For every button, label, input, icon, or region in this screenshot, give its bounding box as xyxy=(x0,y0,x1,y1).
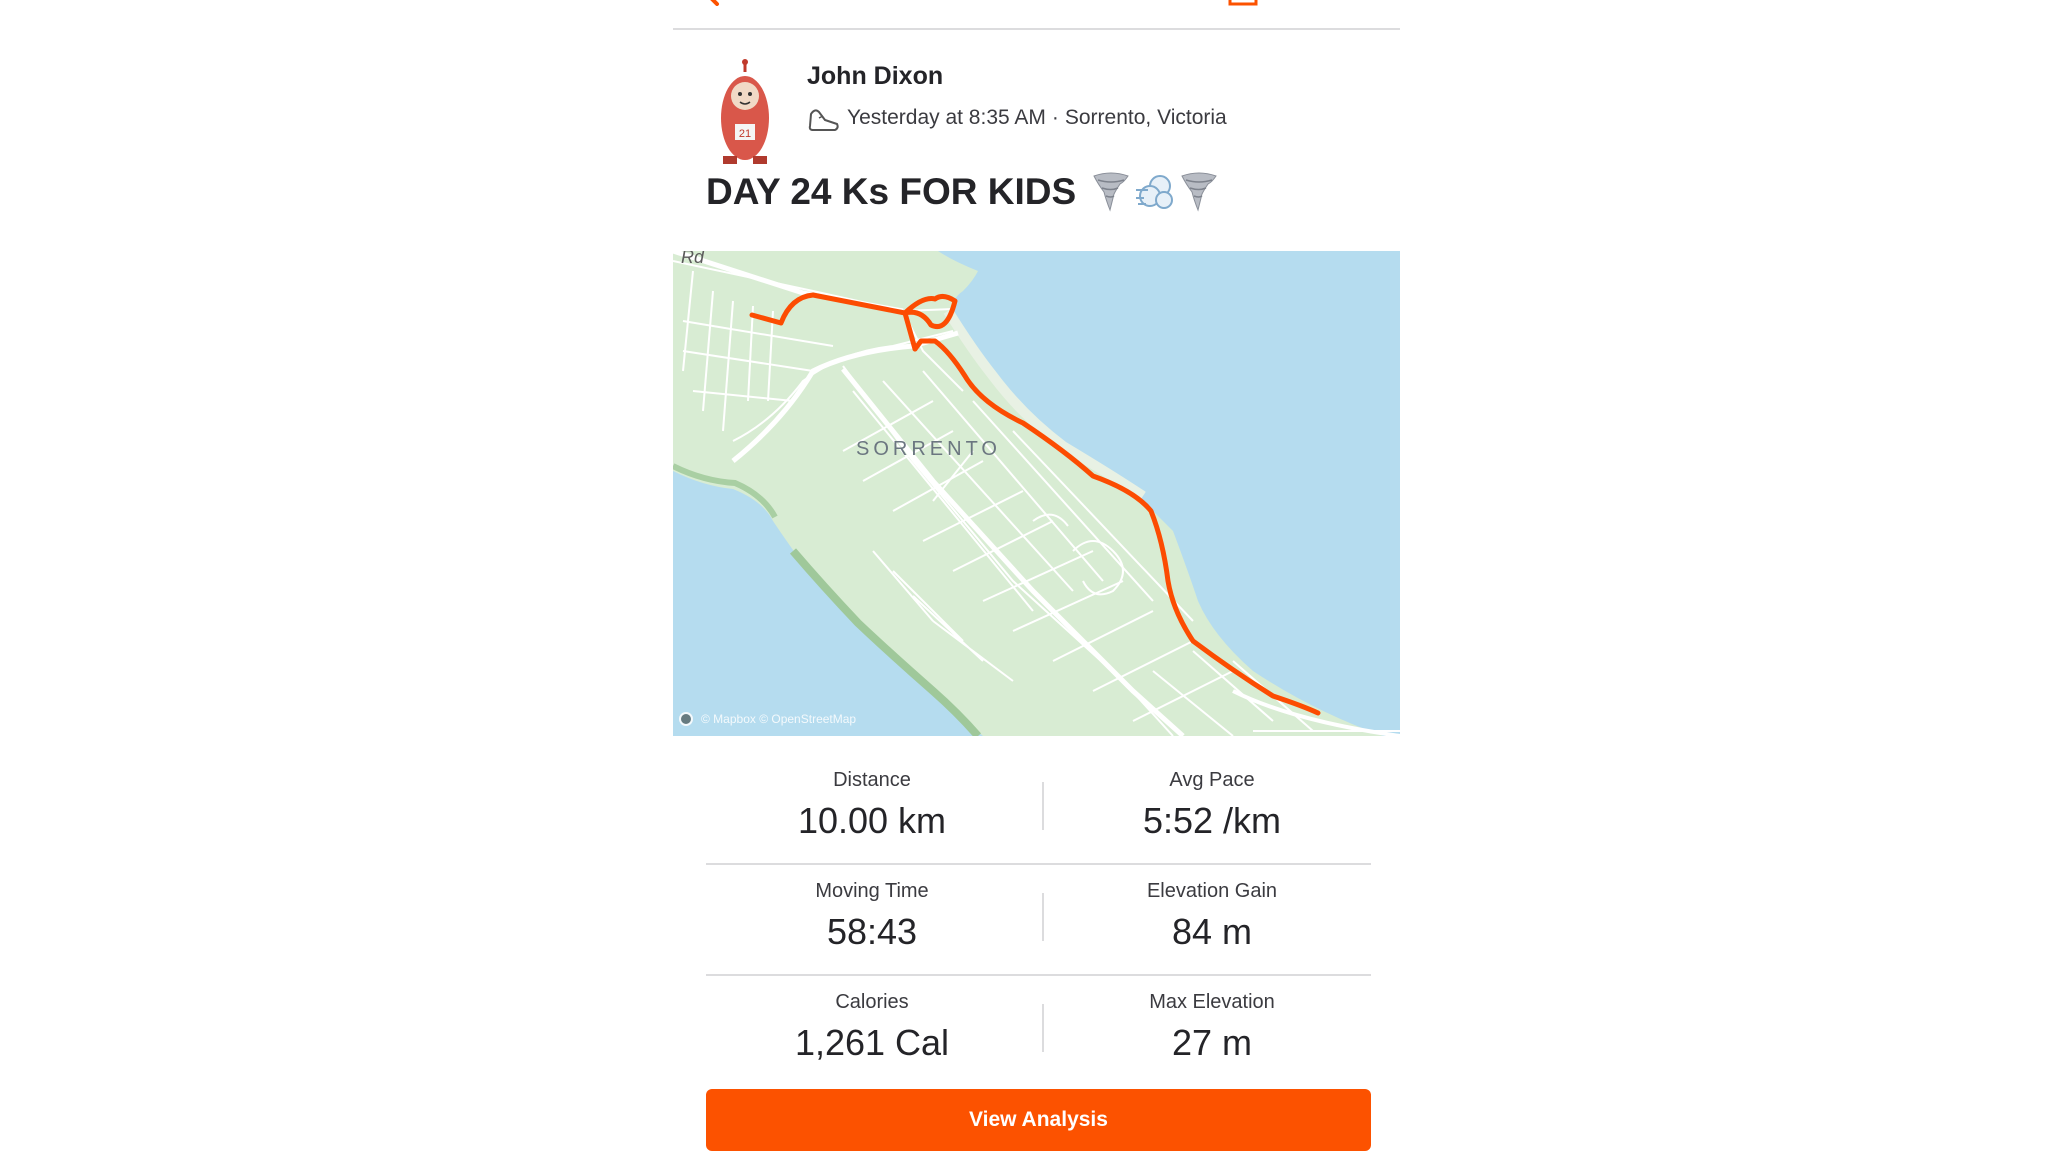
activity-card: 21 John Dixon Yesterday at 8:35 AM · Sor… xyxy=(673,0,1400,1155)
stat-row: Moving Time 58:43 Elevation Gain 84 m xyxy=(706,865,1371,976)
stat-row: Distance 10.00 km Avg Pace 5:52 /km xyxy=(706,754,1371,865)
stat-value: 27 m xyxy=(1171,1022,1253,1063)
stat-distance: Distance 10.00 km xyxy=(706,754,1038,842)
wind-emoji-icon xyxy=(1136,175,1174,209)
stat-max-elevation: Max Elevation 27 m xyxy=(1046,976,1378,1064)
road-label: Rd xyxy=(681,251,705,267)
route-map[interactable]: Rd SORRENTO © Mapbox © OpenStreetMap xyxy=(673,251,1400,736)
stat-label: Elevation Gain xyxy=(1146,880,1278,902)
shoe-icon xyxy=(808,109,839,131)
attribution-text: © Mapbox © OpenStreetMap xyxy=(701,712,857,726)
map-graphic xyxy=(673,251,1400,736)
stat-label: Moving Time xyxy=(815,880,929,902)
stat-value: 10.00 km xyxy=(797,800,947,841)
stat-avg-pace: Avg Pace 5:52 /km xyxy=(1046,754,1378,842)
stat-label: Max Elevation xyxy=(1149,991,1275,1013)
stats-grid: Distance 10.00 km Avg Pace 5:52 /km Movi… xyxy=(706,754,1371,1085)
stat-value: 58:43 xyxy=(826,911,918,952)
stat-row: Calories 1,261 Cal Max Elevation 27 m xyxy=(706,976,1371,1085)
stat-value: 1,261 Cal xyxy=(794,1022,950,1063)
tornado-emoji-icon xyxy=(1093,172,1129,212)
chevron-left-icon[interactable] xyxy=(703,0,723,6)
activity-location: Sorrento, Victoria xyxy=(1064,106,1227,129)
stat-label: Distance xyxy=(833,769,911,791)
stat-value: 5:52 /km xyxy=(1142,800,1282,841)
activity-time: Yesterday at 8:35 AM xyxy=(847,106,1046,129)
activity-meta: Yesterday at 8:35 AM · Sorrento, Victori… xyxy=(807,103,1227,133)
stat-calories: Calories 1,261 Cal xyxy=(706,976,1038,1064)
athlete-name[interactable]: John Dixon xyxy=(807,62,943,91)
meta-separator: · xyxy=(1051,106,1059,129)
top-bar xyxy=(673,0,1400,30)
stat-divider xyxy=(1042,893,1044,941)
avatar[interactable]: 21 xyxy=(711,58,779,168)
activity-header: 21 John Dixon Yesterday at 8:35 AM · Sor… xyxy=(673,28,1400,164)
stat-divider xyxy=(1042,782,1044,830)
share-icon[interactable] xyxy=(1228,0,1258,6)
activity-title-text: DAY 24 Ks FOR KIDS xyxy=(706,171,1077,212)
stat-divider xyxy=(1042,1004,1044,1052)
stat-label: Avg Pace xyxy=(1169,769,1255,791)
stat-label: Calories xyxy=(835,991,909,1013)
stat-moving-time: Moving Time 58:43 xyxy=(706,865,1038,953)
stat-elevation-gain: Elevation Gain 84 m xyxy=(1046,865,1378,953)
stat-value: 84 m xyxy=(1171,911,1253,952)
view-analysis-button[interactable]: View Analysis xyxy=(706,1089,1371,1151)
map-attribution[interactable]: © Mapbox © OpenStreetMap xyxy=(679,712,856,726)
mapbox-logo-icon xyxy=(679,712,693,726)
place-label: SORRENTO xyxy=(856,438,1001,460)
title-emojis xyxy=(1090,170,1220,214)
activity-title: DAY 24 Ks FOR KIDS xyxy=(706,170,1220,214)
tornado-emoji-icon xyxy=(1181,172,1217,212)
svg-text:21: 21 xyxy=(739,128,751,140)
